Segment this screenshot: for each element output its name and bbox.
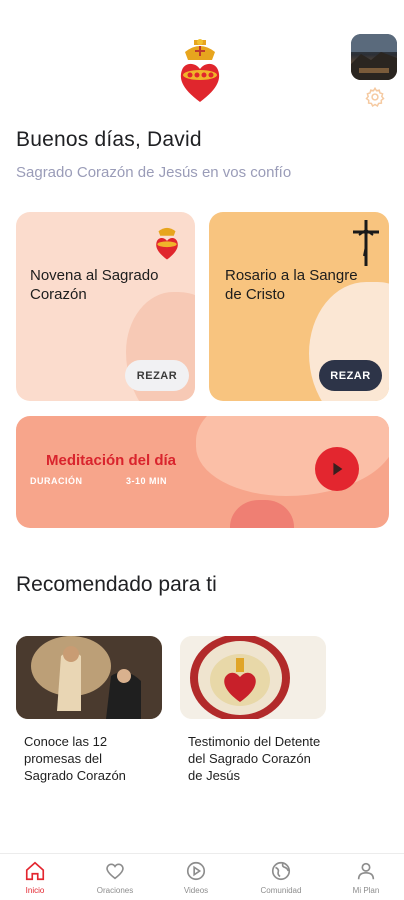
tab-inicio[interactable]: Inicio [3,860,67,895]
greeting-subtitle: Sagrado Corazón de Jesús en vos confío [16,164,292,181]
gear-icon[interactable] [364,86,386,108]
greeting-title: Buenos días, David [16,128,202,151]
tab-label: Mi Plan [352,886,380,895]
recommended-item-title[interactable]: Testimonio del Detente del Sagrado Coraz… [188,733,328,784]
tab-label: Comunidad [260,886,302,895]
crucifix-icon [349,218,383,268]
rosario-card[interactable]: Rosario a la Sangre de Cristo REZAR [209,212,389,401]
tab-mi-plan[interactable]: Mi Plan [334,860,398,895]
duration-label: DURACIÓN [30,476,83,486]
sacred-heart-logo [177,38,223,104]
tab-comunidad[interactable]: Comunidad [249,860,313,895]
play-circle-icon [186,861,206,881]
play-icon [333,462,343,476]
recommended-thumbnail-detente[interactable] [180,636,326,719]
recommended-thumbnail-promesas[interactable] [16,636,162,719]
user-avatar[interactable] [351,34,397,80]
sacred-heart-icon [154,222,180,262]
tab-label: Videos [183,886,209,895]
tab-label: Inicio [25,886,45,895]
home-icon [25,861,45,881]
recommended-title: Recomendado para ti [16,573,217,596]
novena-title: Novena al Sagrado Corazón [30,267,159,303]
tab-oraciones[interactable]: Oraciones [83,860,147,895]
novena-card[interactable]: Novena al Sagrado Corazón REZAR [16,212,195,401]
user-icon [357,862,375,880]
duration-value: 3-10 MIN [126,476,168,486]
decorative-blob [196,416,389,496]
globe-icon [271,861,291,881]
recommended-item-title[interactable]: Conoce las 12 promesas del Sagrado Coraz… [24,733,154,784]
tab-videos[interactable]: Videos [164,860,228,895]
rosario-title: Rosario a la Sangre de Cristo [225,267,358,303]
play-button[interactable] [315,447,359,491]
decorative-blob [230,500,294,528]
rosario-pray-button[interactable]: REZAR [319,360,382,391]
heart-icon [106,863,124,880]
novena-pray-button[interactable]: REZAR [125,360,189,391]
bottom-tab-bar: Inicio Oraciones Videos Comunidad Mi Pla… [0,853,404,900]
tab-label: Oraciones [96,886,134,895]
meditacion-title: Meditación del día [46,452,177,469]
